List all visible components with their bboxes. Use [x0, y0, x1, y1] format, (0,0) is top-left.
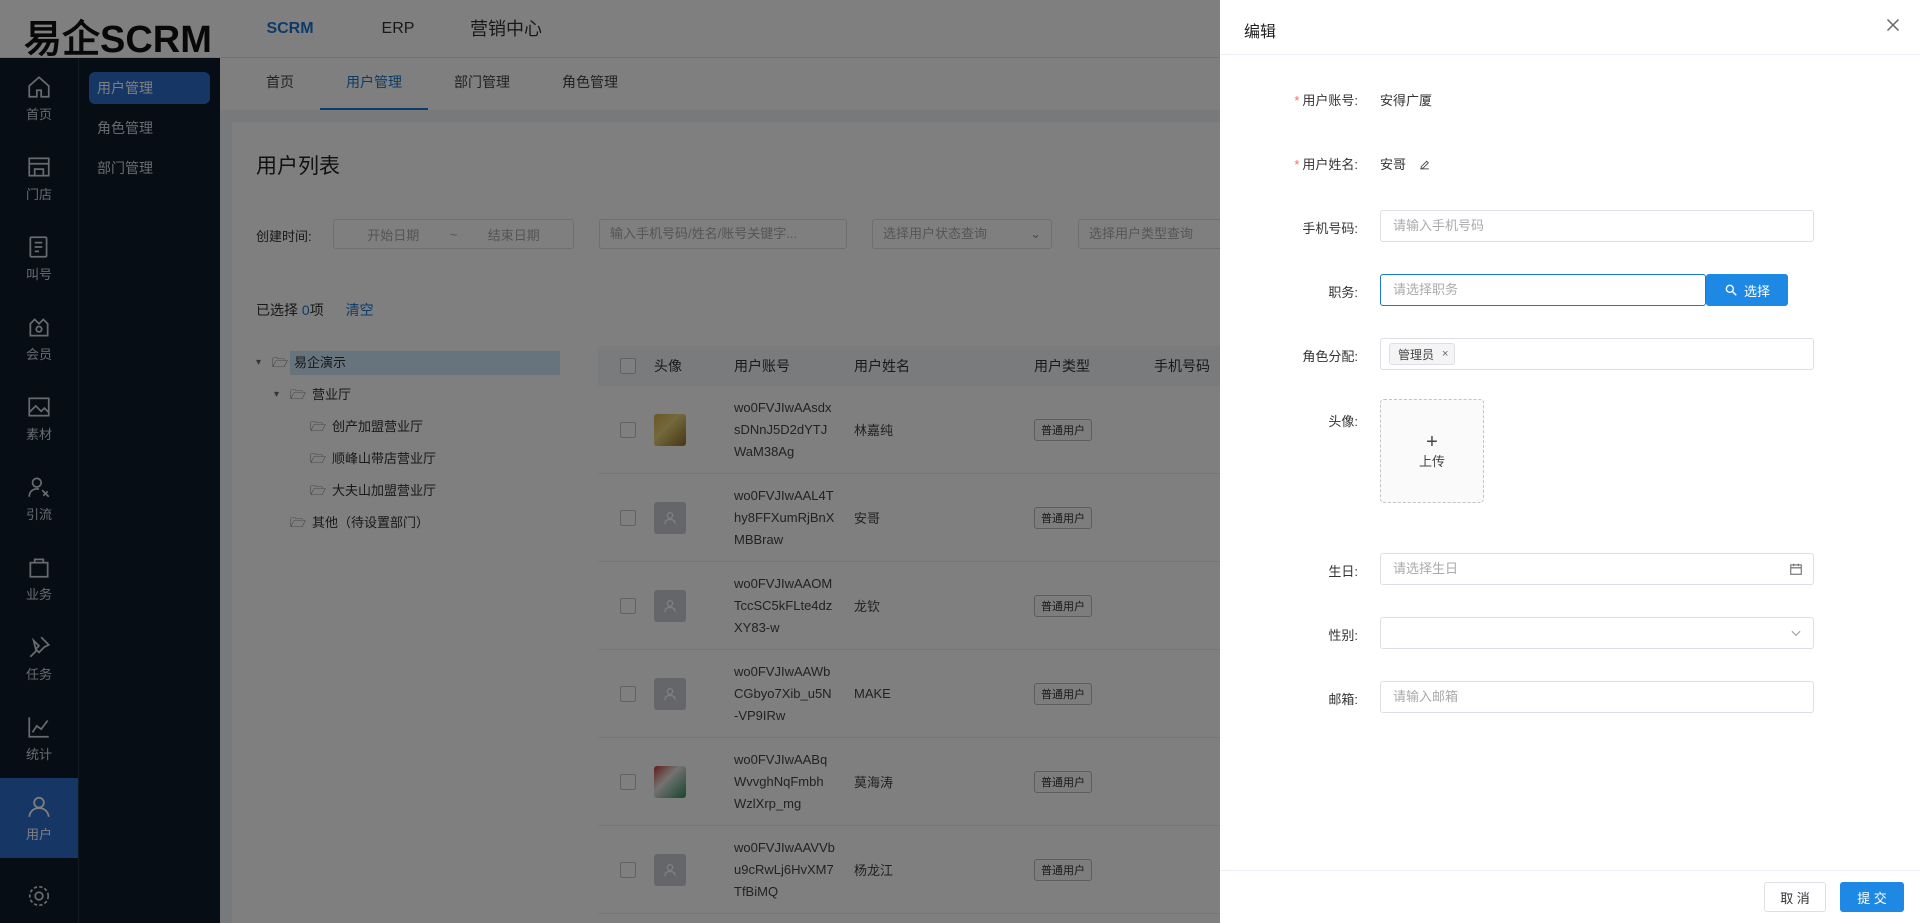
- drawer-title: 编辑: [1244, 24, 1277, 41]
- submit-button[interactable]: 提 交: [1840, 882, 1904, 912]
- birthday-picker[interactable]: 请选择生日: [1380, 553, 1814, 585]
- role-tag-label: 管理员: [1398, 347, 1435, 362]
- gender-select[interactable]: [1380, 617, 1814, 649]
- plus-icon: +: [1426, 430, 1438, 453]
- account-label: * 用户账号:: [1294, 93, 1358, 108]
- birthday-label: 生日:: [1328, 564, 1358, 579]
- job-label: 职务:: [1328, 285, 1358, 300]
- edit-pencil-icon[interactable]: [1418, 158, 1431, 171]
- email-input[interactable]: 请输入邮箱: [1380, 681, 1814, 713]
- search-icon: [1725, 284, 1737, 296]
- select-job-button[interactable]: 选择: [1706, 274, 1788, 306]
- chevron-down-icon: [1791, 630, 1801, 637]
- drawer-header: 编辑: [1220, 0, 1920, 55]
- phone-input[interactable]: 请输入手机号码: [1380, 210, 1814, 242]
- name-label: * 用户姓名:: [1294, 157, 1358, 172]
- edit-drawer: 编辑 * 用户账号: 安得广厦 * 用户姓名: 安哥 手机号码: 请输入手机号码 职…: [1220, 0, 1920, 923]
- role-label: 角色分配:: [1302, 349, 1358, 364]
- role-tag: 管理员 ×: [1389, 343, 1456, 365]
- job-input[interactable]: 请选择职务: [1380, 274, 1706, 306]
- close-icon[interactable]: [1882, 14, 1904, 36]
- name-value: 安哥: [1380, 154, 1431, 173]
- avatar-upload[interactable]: + 上传: [1380, 399, 1484, 503]
- drawer-footer: 取 消 提 交: [1220, 870, 1920, 923]
- role-select[interactable]: 管理员 ×: [1380, 338, 1814, 370]
- upload-label: 上传: [1418, 453, 1445, 469]
- phone-label: 手机号码:: [1302, 221, 1358, 236]
- cancel-button[interactable]: 取 消: [1764, 882, 1826, 912]
- remove-tag-icon[interactable]: ×: [1442, 348, 1448, 360]
- select-job-label: 选择: [1743, 283, 1770, 299]
- gender-label: 性别:: [1328, 628, 1358, 643]
- calendar-icon: [1790, 563, 1802, 575]
- name-text: 安哥: [1380, 157, 1407, 172]
- avatar-label: 头像:: [1328, 414, 1358, 429]
- account-value: 安得广厦: [1380, 93, 1433, 108]
- birthday-placeholder: 请选择生日: [1393, 561, 1459, 576]
- email-label: 邮箱:: [1328, 692, 1358, 707]
